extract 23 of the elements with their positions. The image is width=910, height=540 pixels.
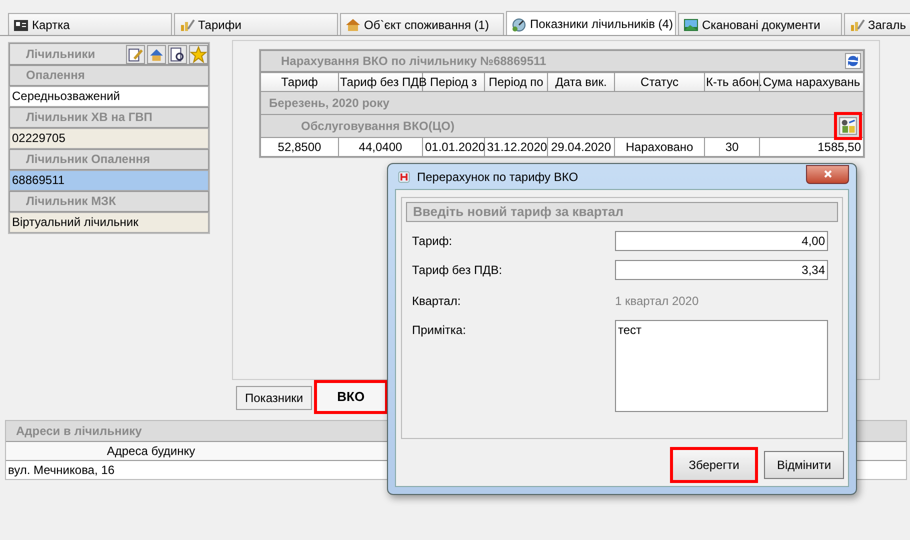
subgroup-label: Обслуговування ВКО(ЦО) (301, 119, 454, 133)
table-cell: 52,8500 (260, 138, 338, 156)
group-header: Опалення (9, 65, 209, 86)
table-cell: 31.12.2020 (484, 138, 548, 156)
table-cell: Нараховано (614, 138, 704, 156)
panel-title: Лічильники (26, 47, 96, 61)
field-value: 1 квартал 2020 (615, 293, 699, 310)
group-header: Лічильник МЗК (9, 191, 209, 212)
table-cell: 1585,50 (760, 138, 864, 156)
table-cell: 30 (704, 138, 760, 156)
field-label: Тариф без ПДВ: (412, 262, 504, 279)
table-cell: 44,0400 (338, 138, 422, 156)
group-header: Введіть новий тариф за квартал (406, 202, 838, 222)
group-header: Лічильник ХВ на ГВП (9, 107, 209, 128)
table-cell: 01.01.2020 (422, 138, 484, 156)
field-label: Тариф: (412, 233, 454, 250)
field-label: Примітка: (412, 322, 467, 339)
group-header: Лічильник Опалення (9, 149, 209, 170)
group-row: Березень, 2020 року (260, 92, 864, 114)
dialog-title: Перерахунок по тарифу ВКО (417, 170, 580, 184)
table-title: Нарахування ВКО по лічильнику №68869511 (281, 54, 546, 68)
table-cell: 29.04.2020 (548, 138, 614, 156)
field-label: Квартал: (412, 293, 462, 310)
